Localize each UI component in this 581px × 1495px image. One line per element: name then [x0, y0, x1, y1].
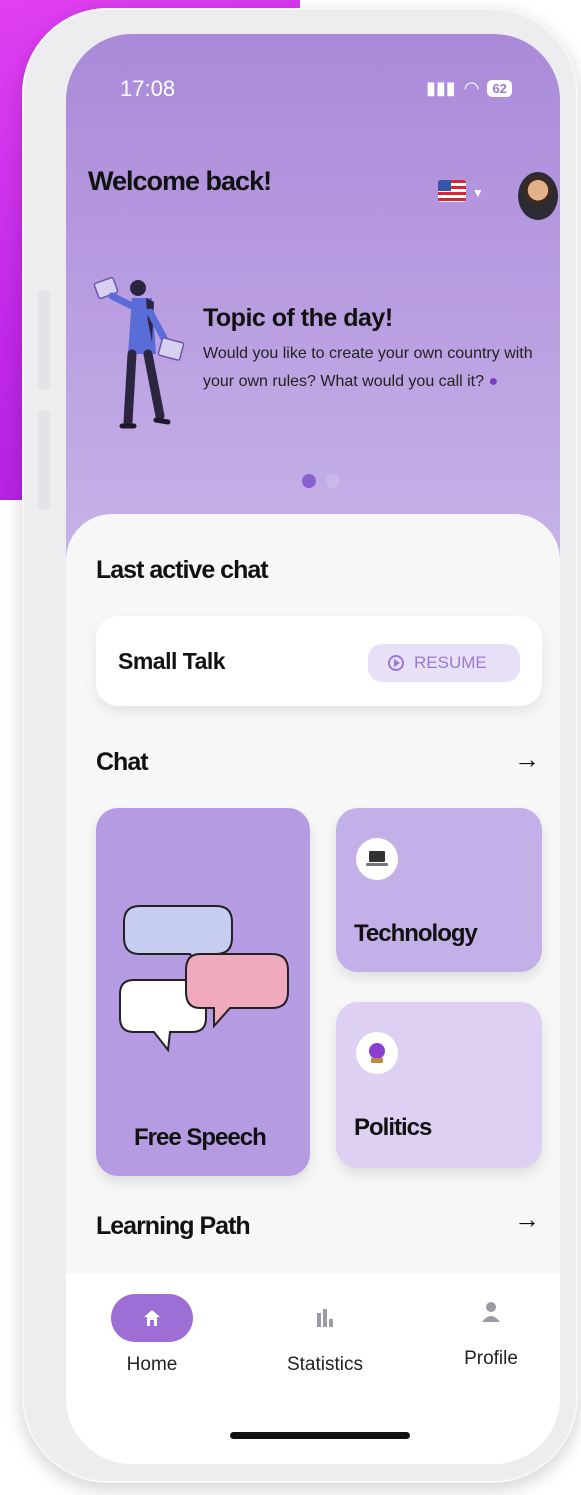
- nav-label-home: Home: [126, 1354, 178, 1375]
- chat-heading: Chat: [96, 748, 149, 776]
- carousel-dot[interactable]: [326, 474, 340, 488]
- home-indicator: [230, 1432, 410, 1439]
- volume-up-button: [38, 290, 50, 390]
- nav-label-statistics: Statistics: [286, 1354, 364, 1375]
- topic-body: Would you like to create your own countr…: [203, 345, 533, 390]
- resume-label: RESUME: [414, 653, 487, 672]
- chat-tile-politics[interactable]: Politics: [336, 1002, 542, 1168]
- topic-text: Would you like to create your own countr…: [203, 340, 553, 396]
- nav-item-profile[interactable]: Profile: [446, 1288, 536, 1370]
- app-screen: 17:08 ▮▮▮ ◠ 62 Welcome back! ▼ Topic of …: [66, 34, 560, 1464]
- chat-tile-technology[interactable]: Technology: [336, 808, 542, 972]
- hero-banner: 17:08 ▮▮▮ ◠ 62 Welcome back! ▼ Topic of …: [66, 34, 560, 594]
- resume-button[interactable]: RESUME: [368, 644, 520, 682]
- battery-indicator: 62: [487, 80, 512, 97]
- learning-path-heading: Learning Path: [96, 1212, 251, 1240]
- last-active-chat-card[interactable]: Small Talk RESUME: [96, 616, 542, 706]
- bar-chart-icon: [270, 1294, 380, 1342]
- nav-item-home[interactable]: Home: [104, 1294, 200, 1376]
- crystal-ball-icon: [356, 1032, 398, 1074]
- chat-arrow-icon[interactable]: →: [514, 744, 540, 775]
- home-icon[interactable]: [111, 1294, 193, 1342]
- signal-icon: ▮▮▮: [426, 78, 456, 98]
- last-active-heading: Last active chat: [96, 556, 269, 584]
- learning-path-arrow-icon[interactable]: →: [514, 1204, 540, 1235]
- nav-label-profile: Profile: [464, 1348, 518, 1369]
- carousel-dots[interactable]: [302, 474, 340, 488]
- last-chat-title: Small Talk: [118, 648, 226, 674]
- status-time: 17:08: [120, 76, 176, 101]
- crystal-ball-icon: ●: [488, 373, 499, 390]
- wifi-icon: ◠: [463, 78, 480, 98]
- status-icons: ▮▮▮ ◠ 62: [426, 78, 512, 99]
- tile-label-technology: Technology: [354, 920, 478, 947]
- chevron-down-icon[interactable]: ▼: [472, 186, 484, 200]
- welcome-title: Welcome back!: [88, 166, 272, 196]
- play-icon: [388, 655, 404, 671]
- tile-label-free-speech: Free Speech: [134, 1124, 267, 1151]
- speech-bubbles-icon: [119, 905, 289, 1053]
- laptop-icon: [356, 838, 398, 880]
- nav-item-statistics[interactable]: Statistics: [270, 1294, 380, 1376]
- tile-label-politics: Politics: [354, 1114, 432, 1141]
- chat-tile-free-speech[interactable]: Free Speech: [96, 808, 310, 1176]
- topic-title: Topic of the day!: [203, 304, 393, 332]
- carousel-dot-active[interactable]: [302, 474, 316, 488]
- avatar[interactable]: [518, 172, 558, 220]
- us-flag-icon[interactable]: [438, 180, 466, 202]
- person-icon: [446, 1288, 536, 1336]
- volume-down-button: [38, 410, 50, 510]
- person-reading-illustration: [93, 276, 185, 429]
